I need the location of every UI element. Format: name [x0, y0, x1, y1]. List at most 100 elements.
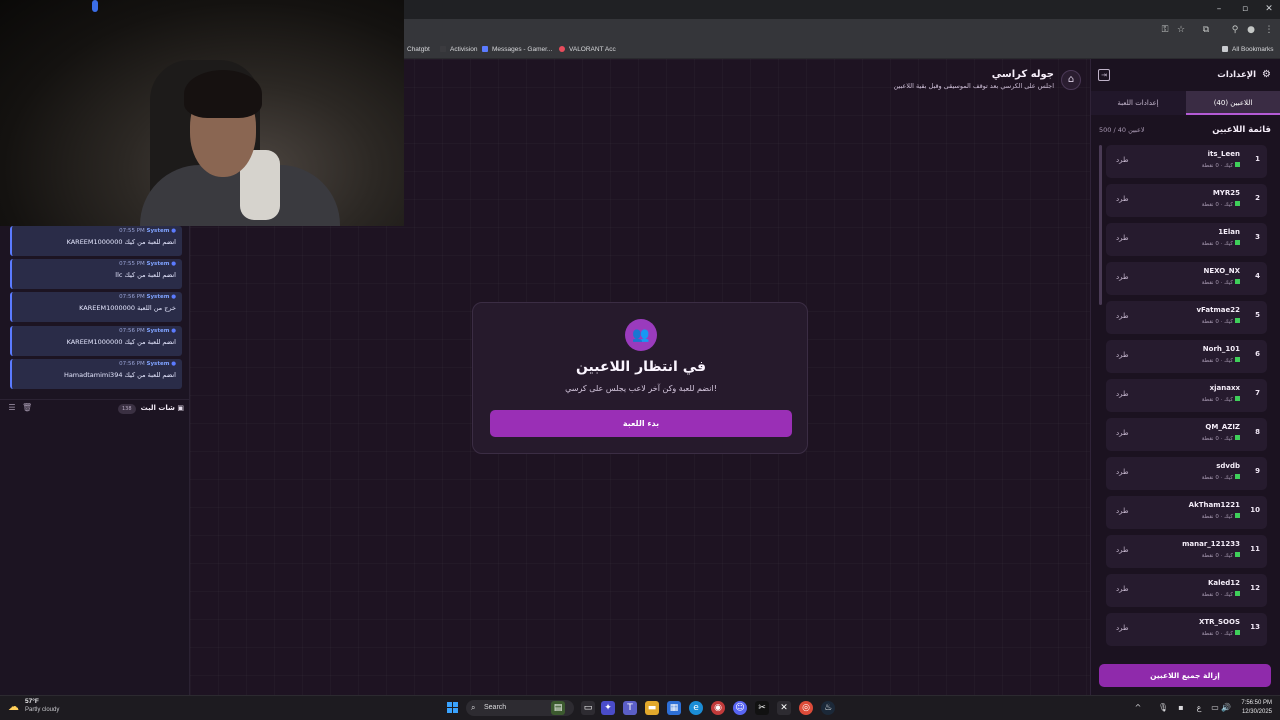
kick-player-button[interactable]: طرد: [1116, 585, 1129, 593]
player-meta: كيك · 0 نقطة: [1202, 240, 1240, 247]
language-indicator[interactable]: ع: [1194, 702, 1204, 714]
steam-icon[interactable]: ♨: [821, 701, 835, 715]
kick-player-button[interactable]: طرد: [1116, 195, 1129, 203]
kick-badge-icon: [1235, 474, 1240, 479]
player-name: Norh_101: [1202, 345, 1240, 353]
kick-player-button[interactable]: طرد: [1116, 234, 1129, 242]
bookmark-label: Messages - Gamer...: [492, 46, 553, 53]
task-view-icon[interactable]: ▭: [581, 701, 595, 715]
players-list-title: قائمة اللاعبين: [1212, 125, 1271, 135]
system-message-text: KAREEM1000000 انضم للعبة من كيك: [66, 338, 176, 346]
start-game-button[interactable]: بدء اللعبة: [490, 410, 792, 437]
windows-taskbar: [0, 695, 1280, 720]
player-meta: كيك · 0 نقطة: [1202, 435, 1240, 442]
kick-badge-icon: [1235, 318, 1240, 323]
player-meta: كيك · 0 نقطة: [1202, 162, 1240, 169]
maximize-icon[interactable]: ▫: [1234, 2, 1256, 17]
chat-settings-icon[interactable]: ☰: [7, 403, 17, 413]
trash-icon[interactable]: 🗑: [22, 403, 32, 413]
system-message: 07:56 PM System ● KAREEM1000000 انضم للعب…: [10, 326, 182, 356]
taskbar-clock[interactable]: 7:56:50 PM 12/30/2025: [1232, 699, 1272, 717]
player-rank: 10: [1250, 506, 1260, 514]
collapse-panel-icon[interactable]: ⇥: [1098, 69, 1110, 81]
close-icon[interactable]: ✕: [1258, 2, 1280, 17]
kick-player-button[interactable]: طرد: [1116, 390, 1129, 398]
player-rank: 8: [1255, 428, 1260, 436]
windows-start-icon[interactable]: [447, 702, 458, 713]
kick-player-button[interactable]: طرد: [1116, 273, 1129, 281]
discord-icon[interactable]: ☺: [733, 701, 747, 715]
bookmark-favicon-icon: [440, 46, 446, 52]
system-message: 07:56 PM System ● Hamadtamimi394 انضم للع…: [10, 359, 182, 389]
store-icon[interactable]: ▦: [667, 701, 681, 715]
player-row: 11 manar_121233 كيك · 0 نقطة طرد: [1106, 535, 1267, 568]
edge-icon[interactable]: e: [689, 701, 703, 715]
network-icon[interactable]: ▭: [1210, 702, 1220, 714]
weather-icon: ☁: [8, 701, 19, 713]
bookmark-chatgbt[interactable]: Chatgbt: [404, 44, 430, 56]
kick-badge-icon: [1235, 201, 1240, 206]
system-dot-icon: ●: [171, 328, 176, 334]
players-scrollbar[interactable]: [1099, 145, 1102, 305]
bookmark-label: Chatgbt: [407, 46, 430, 53]
kick-player-button[interactable]: طرد: [1116, 624, 1129, 632]
cam-light: [92, 0, 98, 12]
player-name: its_Leen: [1207, 150, 1240, 158]
kick-player-button[interactable]: طرد: [1116, 156, 1129, 164]
minimize-icon[interactable]: –: [1208, 2, 1230, 17]
system-sender: System: [146, 361, 170, 367]
tab-game-settings[interactable]: إعدادات اللعبة: [1091, 91, 1185, 115]
player-name: vFatmae22: [1196, 306, 1240, 314]
player-row: 4 NEXO_NX كيك · 0 نقطة طرد: [1106, 262, 1267, 295]
player-rank: 6: [1255, 350, 1260, 358]
tray-app-icon[interactable]: ▪: [1176, 702, 1186, 714]
copilot-icon[interactable]: ✦: [601, 701, 615, 715]
bookmark-messages[interactable]: Messages - Gamer...: [482, 44, 552, 56]
all-bookmarks[interactable]: All Bookmarks: [1222, 44, 1274, 56]
kick-player-button[interactable]: طرد: [1116, 507, 1129, 515]
bookmark-star-icon[interactable]: ☆: [1174, 23, 1188, 37]
tray-chevron-icon[interactable]: ^: [1133, 702, 1143, 714]
avatar[interactable]: ●: [1244, 23, 1258, 37]
system-message-time: 07:56 PM: [119, 294, 145, 300]
password-key-icon[interactable]: ⚿: [1158, 23, 1172, 37]
player-rank: 3: [1255, 233, 1260, 241]
kick-badge-icon: [1235, 591, 1240, 596]
widgets-icon[interactable]: ▤: [551, 701, 565, 715]
bookmark-favicon-icon: [482, 46, 488, 52]
bookmark-activision[interactable]: Activision: [440, 44, 477, 56]
player-rank: 7: [1255, 389, 1260, 397]
browser-menu-icon[interactable]: ⋮: [1262, 23, 1276, 37]
teams-icon[interactable]: T: [623, 701, 637, 715]
extensions-icon[interactable]: ⧉: [1199, 23, 1213, 37]
remove-all-players-button[interactable]: إزالة جميع اللاعبين: [1099, 664, 1271, 687]
file-explorer-icon[interactable]: ▬: [645, 701, 659, 715]
kick-player-button[interactable]: طرد: [1116, 429, 1129, 437]
player-row: 5 vFatmae22 كيك · 0 نقطة طرد: [1106, 301, 1267, 334]
xbox-icon[interactable]: ✕: [777, 701, 791, 715]
bookmark-valorant[interactable]: VALORANT Acc: [559, 44, 616, 56]
tab-players[interactable]: اللاعبين (40): [1186, 91, 1280, 115]
kick-player-button[interactable]: طرد: [1116, 351, 1129, 359]
kick-player-button[interactable]: طرد: [1116, 468, 1129, 476]
player-row: 13 XTR_SOOS كيك · 0 نقطة طرد: [1106, 613, 1267, 646]
chrome-icon[interactable]: ◎: [799, 701, 813, 715]
capcut-icon[interactable]: ✂: [755, 701, 769, 715]
users-icon: 👥: [625, 319, 657, 351]
app-icon[interactable]: ◉: [711, 701, 725, 715]
profile-icon[interactable]: ⚲: [1228, 23, 1242, 37]
volume-icon[interactable]: 🔊: [1221, 702, 1231, 714]
kick-player-button[interactable]: طرد: [1116, 312, 1129, 320]
player-meta: كيك · 0 نقطة: [1202, 396, 1240, 403]
home-button[interactable]: ⌂: [1061, 70, 1081, 90]
player-name: Kaled12: [1207, 579, 1240, 587]
player-meta: كيك · 0 نقطة: [1202, 474, 1240, 481]
kick-player-button[interactable]: طرد: [1116, 546, 1129, 554]
mic-icon[interactable]: 🎙: [1158, 702, 1168, 714]
player-name: 1Elan: [1218, 228, 1240, 236]
kick-badge-icon: [1235, 162, 1240, 167]
weather-temp: 57°F: [25, 698, 39, 705]
player-rank: 9: [1255, 467, 1260, 475]
player-name: NEXO_NX: [1203, 267, 1241, 275]
player-meta: كيك · 0 نقطة: [1202, 630, 1240, 637]
